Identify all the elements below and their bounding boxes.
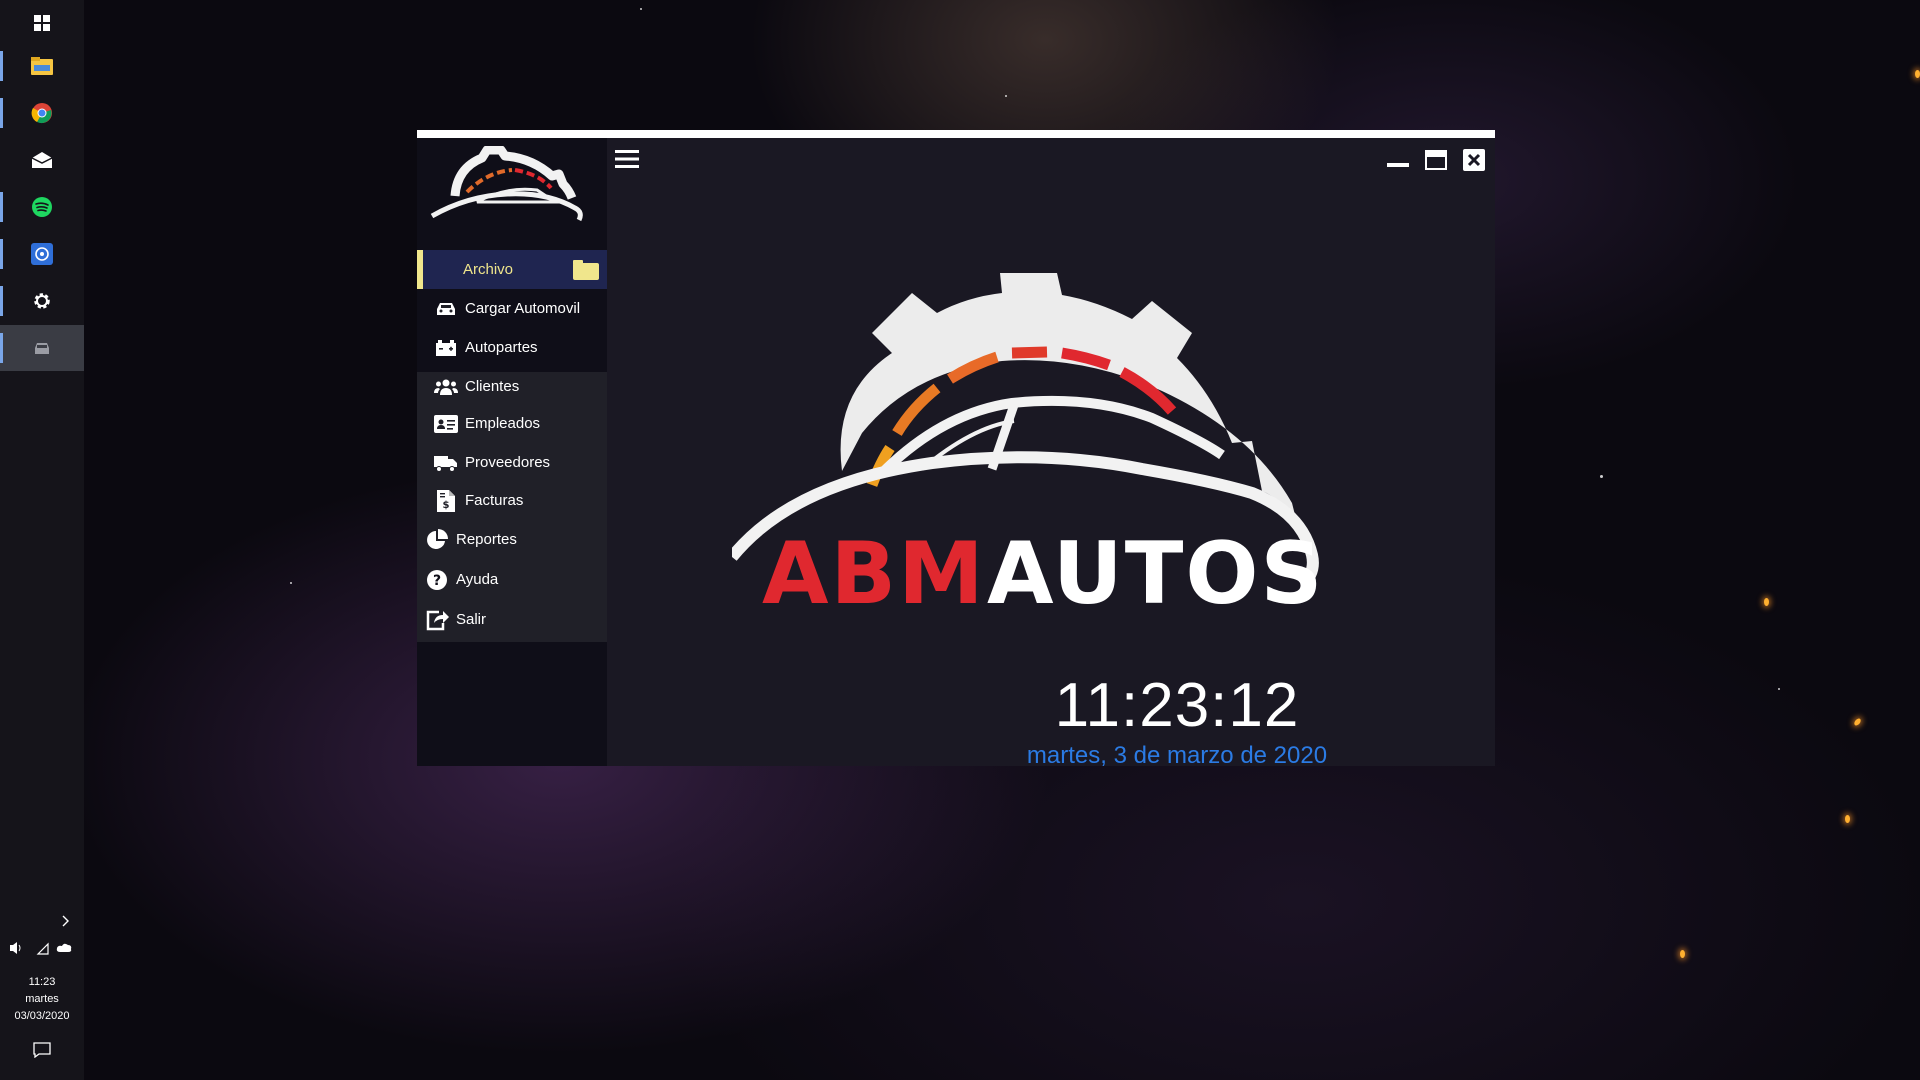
pie-chart-icon xyxy=(427,528,448,549)
star xyxy=(1778,688,1780,690)
taskbar-clock[interactable]: 11:23 martes 03/03/2020 xyxy=(0,974,84,1025)
menu-cargar-automovil[interactable]: Cargar Automovil xyxy=(417,289,607,328)
mail-icon xyxy=(31,152,53,168)
minimize-button[interactable] xyxy=(1385,148,1411,172)
taskbar-mail[interactable] xyxy=(0,137,84,183)
chrome-icon xyxy=(31,103,52,124)
volume-icon xyxy=(10,942,21,954)
svg-text:$: $ xyxy=(443,500,450,511)
folder-icon xyxy=(573,259,599,280)
folder-icon xyxy=(31,57,53,75)
star xyxy=(1005,95,1007,97)
tray-icons xyxy=(0,940,84,956)
tray-expand[interactable] xyxy=(0,914,84,928)
star xyxy=(290,582,292,584)
spotify-icon xyxy=(32,197,52,217)
sidebar: Archivo Cargar Automovil Autopartes Clie… xyxy=(417,138,607,766)
truck-icon xyxy=(434,455,457,472)
invoice-icon: $ xyxy=(437,489,455,512)
app-window: Archivo Cargar Automovil Autopartes Clie… xyxy=(417,130,1495,769)
main-clock-date: martes, 3 de marzo de 2020 xyxy=(1026,742,1328,769)
close-button[interactable] xyxy=(1461,148,1487,172)
start-button[interactable] xyxy=(0,0,84,46)
menu-empleados-label: Empleados xyxy=(465,415,541,432)
car-icon xyxy=(35,343,49,354)
taskbar-whatsapp[interactable] xyxy=(0,231,84,277)
network-icon xyxy=(36,942,49,955)
menu-facturas-label: Facturas xyxy=(465,492,524,509)
maximize-icon xyxy=(1425,150,1447,170)
menu-ayuda[interactable]: ? Ayuda xyxy=(417,560,607,599)
hamburger-icon xyxy=(615,150,639,168)
menu-clientes-label: Clientes xyxy=(465,378,520,395)
menu-toggle-button[interactable] xyxy=(615,148,639,175)
svg-text:?: ? xyxy=(433,573,441,589)
menu-proveedores[interactable]: Proveedores xyxy=(417,443,607,482)
cloud-icon xyxy=(56,943,72,952)
windows-icon xyxy=(34,15,50,31)
menu-cargar-automovil-label: Cargar Automovil xyxy=(465,300,581,317)
gear-icon xyxy=(34,293,50,309)
menu-clientes[interactable]: Clientes xyxy=(417,367,607,406)
minimize-icon xyxy=(1387,163,1409,167)
star xyxy=(1600,475,1603,478)
notification-icon xyxy=(33,1042,51,1058)
exit-icon xyxy=(426,610,449,630)
taskbar-chrome[interactable] xyxy=(0,90,84,136)
menu-facturas[interactable]: $ Facturas xyxy=(417,481,607,520)
ember xyxy=(1853,717,1862,727)
menu-proveedores-label: Proveedores xyxy=(465,454,551,471)
menu-ayuda-label: Ayuda xyxy=(456,571,499,588)
taskbar-time: 11:23 xyxy=(28,976,56,988)
chevron-right-icon xyxy=(62,915,69,927)
ember xyxy=(1845,815,1850,823)
id-card-icon xyxy=(434,414,458,433)
menu-autopartes-label: Autopartes xyxy=(465,339,538,356)
notifications-button[interactable] xyxy=(0,1042,84,1058)
maximize-button[interactable] xyxy=(1423,148,1449,172)
taskbar-date: 03/03/2020 xyxy=(14,1010,70,1022)
sidebar-logo xyxy=(430,146,583,222)
menu-reportes-label: Reportes xyxy=(456,531,517,548)
menu-archivo[interactable]: Archivo xyxy=(417,250,607,289)
brand-autos: AUTOS xyxy=(987,524,1324,613)
menu-reportes[interactable]: Reportes xyxy=(417,520,607,559)
taskbar-file-explorer[interactable] xyxy=(0,43,84,89)
main-clock-time: 11:23:12 xyxy=(1054,671,1300,740)
ember xyxy=(1680,950,1685,958)
tray-status-icons xyxy=(10,942,72,955)
taskbar-abm-autos[interactable] xyxy=(0,325,84,371)
car-icon xyxy=(437,302,455,315)
close-icon xyxy=(1463,149,1485,171)
users-icon xyxy=(434,379,458,395)
taskbar-day: martes xyxy=(25,993,59,1005)
menu-salir-label: Salir xyxy=(456,611,487,628)
menu-autopartes[interactable]: Autopartes xyxy=(417,328,607,367)
taskbar-settings[interactable] xyxy=(0,278,84,324)
star xyxy=(640,8,642,10)
taskbar: 11:23 martes 03/03/2020 xyxy=(0,0,84,1080)
ember xyxy=(1764,598,1769,606)
car-battery-icon xyxy=(436,339,456,356)
menu-salir[interactable]: Salir xyxy=(417,600,607,639)
whatsapp-icon xyxy=(31,243,53,265)
help-icon: ? xyxy=(427,569,447,590)
abm-autos-logo: ABM AUTOS xyxy=(732,273,1324,613)
brand-abm: ABM xyxy=(762,524,986,613)
taskbar-spotify[interactable] xyxy=(0,184,84,230)
menu-archivo-label: Archivo xyxy=(463,261,514,278)
menu-empleados[interactable]: Empleados xyxy=(417,404,607,443)
ember xyxy=(1915,70,1920,78)
